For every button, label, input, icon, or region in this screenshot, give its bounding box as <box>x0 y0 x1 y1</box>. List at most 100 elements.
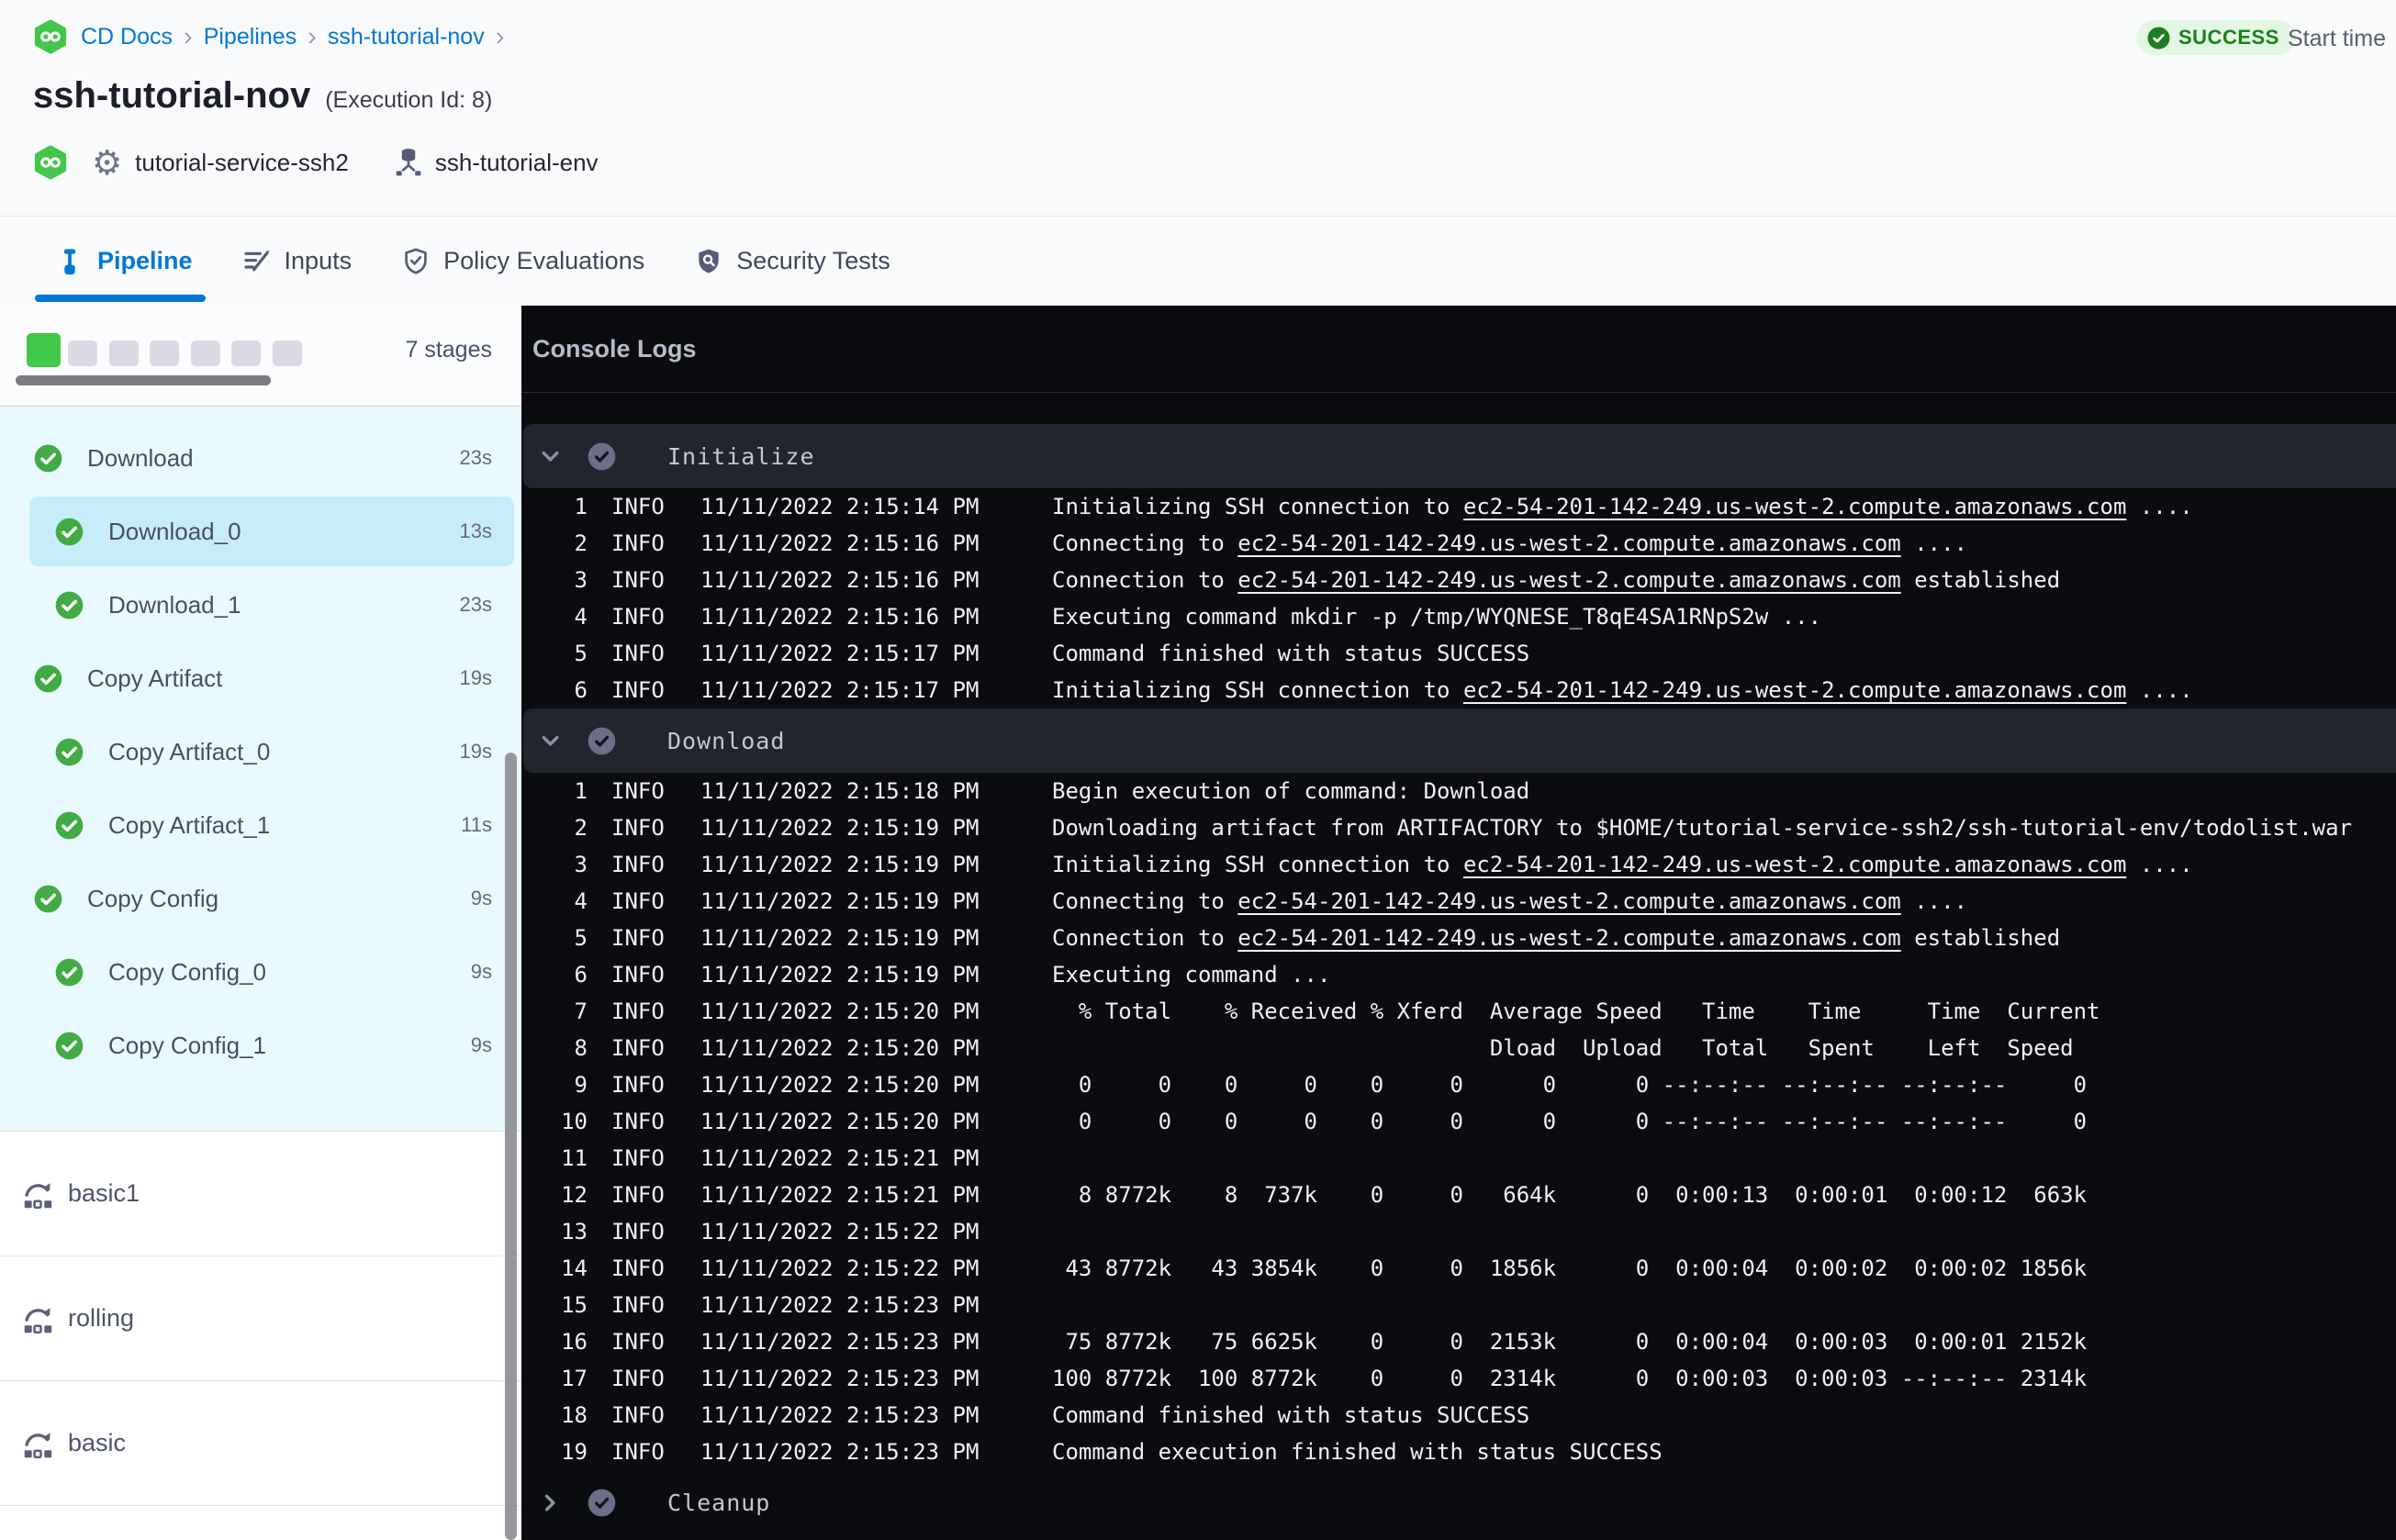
log-lines: 1 INFO 11/11/2022 2:15:18 PM Begin executio… <box>521 773 2396 1470</box>
stage-row-download[interactable]: Download 23s <box>0 421 521 495</box>
other-stage-row-basic[interactable]: basic <box>0 1380 521 1505</box>
stage-label: Download_0 <box>108 517 241 545</box>
stage-row-copy artifact_0[interactable]: Copy Artifact_0 19s <box>0 715 521 788</box>
breadcrumb-link[interactable]: Pipelines <box>204 24 297 50</box>
log-timestamp: 11/11/2022 2:15:18 PM <box>700 778 980 804</box>
log-message: Command finished with status SUCCESS <box>1052 1402 1530 1428</box>
gear-icon: ⚙ <box>92 142 123 183</box>
stage-label: Copy Artifact <box>87 664 223 692</box>
stage-progress-square <box>108 340 139 366</box>
log-message: Command finished with status SUCCESS <box>1052 641 1530 666</box>
log-line: 1 INFO 11/11/2022 2:15:18 PM Begin executio… <box>521 773 2396 809</box>
log-line: 12 INFO 11/11/2022 2:15:21 PM 8 8772k 8 73… <box>521 1177 2396 1213</box>
log-host-link[interactable]: ec2-54-201-142-249.us-west-2.compute.ama… <box>1463 852 2126 877</box>
log-line-number: 17 <box>561 1366 588 1391</box>
stage-row-copy config[interactable]: Copy Config 9s <box>0 862 521 935</box>
stage-minimap-scrollbar[interactable] <box>16 375 271 385</box>
log-line-number: 6 <box>574 677 588 703</box>
log-message: Connection to ec2-54-201-142-249.us-west… <box>1052 567 2061 593</box>
stage-success-icon <box>34 885 62 913</box>
other-stage-row-canary2[interactable]: canary2 <box>0 1505 521 1540</box>
log-section-initialize: Initialize 1 INFO 11/11/2022 2:15:14 PM Init… <box>521 424 2396 709</box>
stage-row-copy config_1[interactable]: Copy Config_1 9s <box>0 1009 521 1082</box>
sidebar-scrollbar[interactable] <box>505 753 517 1540</box>
log-timestamp: 11/11/2022 2:15:16 PM <box>700 604 980 630</box>
log-line-number: 2 <box>574 815 588 841</box>
log-message: Initializing SSH connection to ec2-54-20… <box>1052 494 2193 519</box>
console-success-icon <box>588 442 616 471</box>
stage-row-download_0[interactable]: Download_0 13s <box>0 495 521 568</box>
breadcrumb-link[interactable]: CD Docs <box>81 24 173 50</box>
log-timestamp: 11/11/2022 2:15:16 PM <box>700 530 980 556</box>
log-message: Command execution finished with status S… <box>1052 1439 1663 1465</box>
chevron-right-icon <box>538 1490 563 1515</box>
environment-name[interactable]: ssh-tutorial-env <box>435 149 599 177</box>
console-success-icon <box>588 727 616 755</box>
check-circle-icon <box>2147 27 2170 50</box>
log-line: 6 INFO 11/11/2022 2:15:17 PM Initializing S… <box>521 672 2396 709</box>
tab-label: Pipeline <box>97 247 193 274</box>
log-line: 2 INFO 11/11/2022 2:15:16 PM Connecting to … <box>521 525 2396 562</box>
stage-duration: 9s <box>470 887 492 909</box>
tab-policy-evaluations[interactable]: Policy Evaluations <box>401 217 644 306</box>
log-level: INFO <box>611 1402 665 1428</box>
log-level: INFO <box>611 1439 665 1465</box>
log-message: % Total % Received % Xferd Average Speed… <box>1052 999 2100 1024</box>
log-level: INFO <box>611 999 665 1024</box>
log-line: 15 INFO 11/11/2022 2:15:23 PM <box>521 1287 2396 1323</box>
log-message: Connecting to ec2-54-201-142-249.us-west… <box>1052 888 1968 914</box>
stage-row-download_1[interactable]: Download_1 23s <box>0 568 521 642</box>
chevron-down-icon <box>538 444 563 469</box>
other-stage-row-basic1[interactable]: basic1 <box>0 1131 521 1255</box>
log-message: Executing command ... <box>1052 962 1331 988</box>
stage-success-icon <box>55 811 84 840</box>
log-host-link[interactable]: ec2-54-201-142-249.us-west-2.compute.ama… <box>1237 567 1900 593</box>
log-section-header[interactable]: Initialize <box>523 424 2396 488</box>
log-line: 4 INFO 11/11/2022 2:15:16 PM Executing comm… <box>521 598 2396 635</box>
stage-progress-square <box>27 333 61 367</box>
breadcrumb-link[interactable]: ssh-tutorial-nov <box>328 24 485 50</box>
log-timestamp: 11/11/2022 2:15:23 PM <box>700 1402 980 1428</box>
log-host-link[interactable]: ec2-54-201-142-249.us-west-2.compute.ama… <box>1237 888 1900 914</box>
stage-row-copy artifact[interactable]: Copy Artifact 19s <box>0 642 521 715</box>
stage-label: Copy Artifact_1 <box>108 810 271 839</box>
stage-progress-header: 7 stages <box>0 306 521 407</box>
log-timestamp: 11/11/2022 2:15:19 PM <box>700 925 980 951</box>
log-host-link[interactable]: ec2-54-201-142-249.us-west-2.compute.ama… <box>1463 494 2126 519</box>
log-section-download: Download 1 INFO 11/11/2022 2:15:18 PM Begin … <box>521 709 2396 1470</box>
stage-row-copy config_0[interactable]: Copy Config_0 9s <box>0 935 521 1009</box>
log-line-number: 4 <box>574 888 588 914</box>
active-tab-underline <box>35 295 206 302</box>
log-timestamp: 11/11/2022 2:15:22 PM <box>700 1255 980 1281</box>
tab-pipeline[interactable]: Pipeline <box>35 217 206 306</box>
other-stage-row-rolling[interactable]: rolling <box>0 1255 521 1380</box>
log-timestamp: 11/11/2022 2:15:19 PM <box>700 888 980 914</box>
tab-inputs[interactable]: Inputs <box>242 217 353 306</box>
log-host-link[interactable]: ec2-54-201-142-249.us-west-2.compute.ama… <box>1463 677 2126 703</box>
harness-logo-icon <box>33 19 68 54</box>
log-section-header[interactable]: Download <box>523 709 2396 773</box>
log-timestamp: 11/11/2022 2:15:20 PM <box>700 999 980 1024</box>
log-level: INFO <box>611 852 665 877</box>
log-level: INFO <box>611 778 665 804</box>
stage-row-copy artifact_1[interactable]: Copy Artifact_1 11s <box>0 788 521 862</box>
log-line: 6 INFO 11/11/2022 2:15:19 PM Executing comm… <box>521 956 2396 993</box>
log-message: Executing command mkdir -p /tmp/WYQNESE_… <box>1052 604 1822 630</box>
service-name[interactable]: tutorial-service-ssh2 <box>135 149 349 177</box>
tab-label: Inputs <box>284 247 353 274</box>
log-host-link[interactable]: ec2-54-201-142-249.us-west-2.compute.ama… <box>1237 530 1900 556</box>
log-section-header[interactable]: Cleanup <box>523 1470 2396 1534</box>
log-line: 8 INFO 11/11/2022 2:15:20 PM Dload Upload … <box>521 1030 2396 1066</box>
breadcrumb: CD Docs › Pipelines › ssh-tutorial-nov › <box>33 18 515 55</box>
log-timestamp: 11/11/2022 2:15:19 PM <box>700 815 980 841</box>
log-level: INFO <box>611 815 665 841</box>
console-logs-title: Console Logs <box>532 334 697 363</box>
breadcrumb-separator-icon: › <box>495 21 505 51</box>
log-line-number: 12 <box>561 1182 588 1208</box>
tab-security-tests[interactable]: Security Tests <box>694 217 890 306</box>
log-level: INFO <box>611 1366 665 1391</box>
stage-count-label: 7 stages <box>405 337 492 363</box>
rolling-icon <box>20 1426 55 1461</box>
log-host-link[interactable]: ec2-54-201-142-249.us-west-2.compute.ama… <box>1237 925 1900 951</box>
harness-logo-icon <box>33 145 68 180</box>
